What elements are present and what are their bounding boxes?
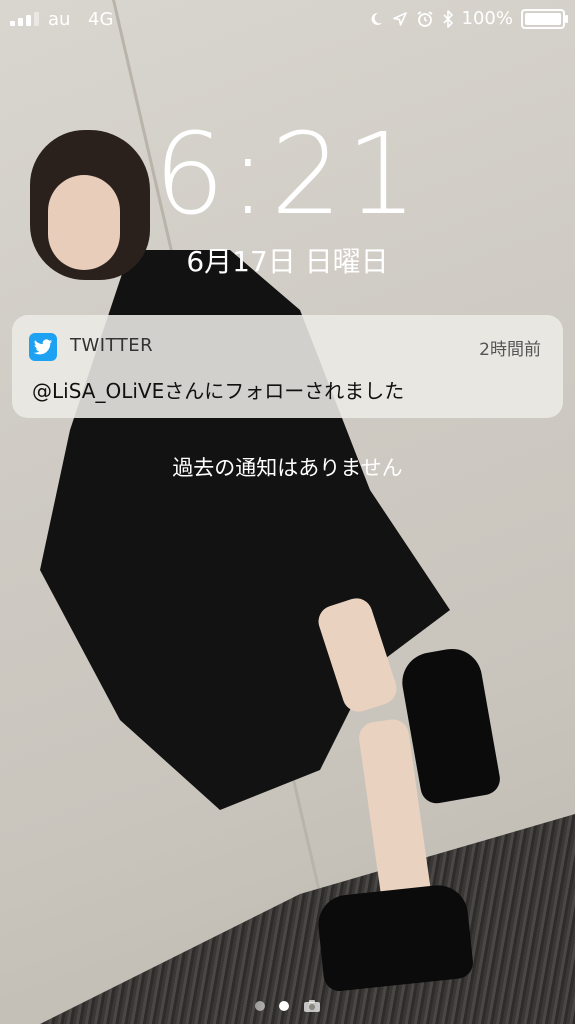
moon-icon xyxy=(371,12,382,25)
notification-time: 2時間前 xyxy=(479,340,541,360)
status-bar: au 4G 100% xyxy=(0,0,575,36)
alarm-icon xyxy=(417,10,433,27)
twitter-notification[interactable]: TWITTER 2時間前 @LiSA_OLiVEさんにフォローされました xyxy=(12,315,563,418)
wallpaper-shoe xyxy=(315,882,475,993)
bluetooth-icon xyxy=(442,9,453,28)
battery-icon xyxy=(521,8,568,29)
signal-strength-icon xyxy=(10,12,39,26)
carrier-label: au xyxy=(48,9,71,30)
network-type-label: 4G xyxy=(88,9,114,30)
battery-percent: 100% xyxy=(461,8,513,29)
notification-app-name: TWITTER xyxy=(70,335,154,356)
twitter-bird-icon xyxy=(29,333,57,361)
camera-icon[interactable] xyxy=(303,999,321,1013)
no-older-notifications-label: 過去の通知はありません xyxy=(172,456,403,480)
page-dot[interactable] xyxy=(254,1001,265,1011)
page-dot-current[interactable] xyxy=(278,1001,289,1011)
status-icons: 100% xyxy=(368,8,568,29)
page-indicator[interactable] xyxy=(0,999,575,1013)
battery-fill xyxy=(525,12,561,25)
lock-screen: au 4G 100% 6:21 6月17日 日曜日 TWITTER 2時間前 @… xyxy=(0,0,575,1024)
wallpaper-floor xyxy=(40,814,575,1024)
notification-message: @LiSA_OLiVEさんにフォローされました xyxy=(32,379,405,403)
lock-screen-date: 6月17日 日曜日 xyxy=(186,245,389,278)
lock-screen-time: 6:21 xyxy=(153,110,422,240)
location-arrow-icon xyxy=(392,11,407,26)
